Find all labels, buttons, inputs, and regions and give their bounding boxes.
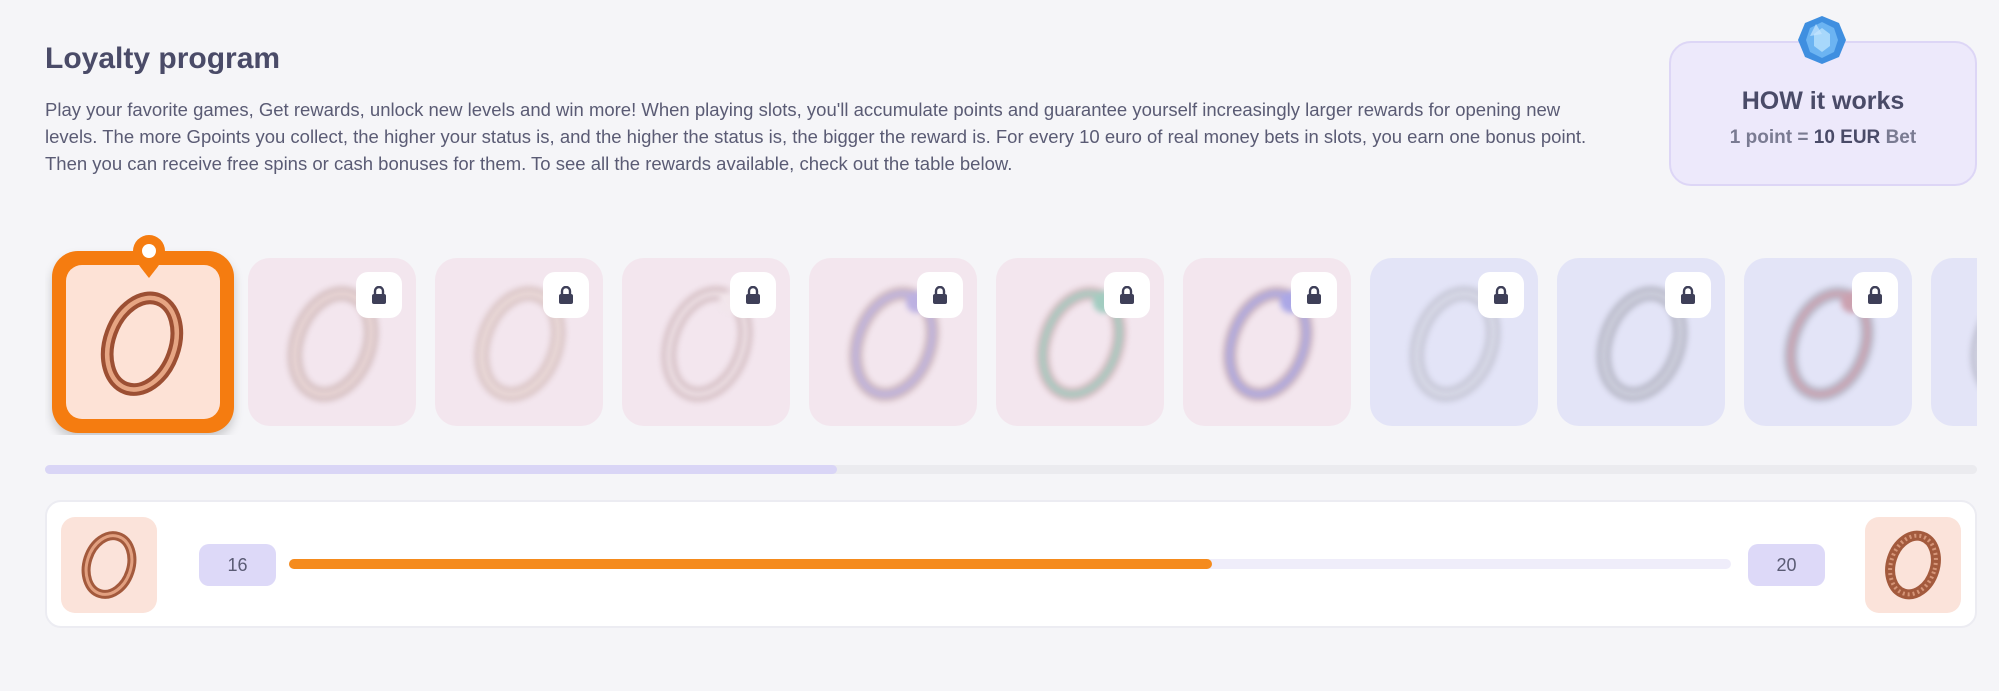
points-amount: 10 EUR xyxy=(1813,127,1881,148)
equals-sign: = xyxy=(1797,127,1809,148)
carousel-scrollbar[interactable] xyxy=(45,465,1977,474)
points-rate: 1 point = 10 EUR Bet xyxy=(1671,127,1975,149)
lock-icon xyxy=(1665,272,1711,318)
level-card-locked[interactable] xyxy=(996,258,1164,426)
level-card-locked[interactable] xyxy=(1557,258,1725,426)
ring-icon xyxy=(1970,286,1977,402)
level-card-locked[interactable] xyxy=(1744,258,1912,426)
scrollbar-thumb[interactable] xyxy=(45,465,838,474)
level-card-locked[interactable] xyxy=(1931,258,1977,426)
lock-icon xyxy=(1104,272,1150,318)
level-card-locked[interactable] xyxy=(435,258,603,426)
current-level-ring-icon xyxy=(61,517,157,613)
how-it-works-title: HOW it works xyxy=(1741,87,1905,115)
lock-icon xyxy=(356,272,402,318)
next-level-ring-icon xyxy=(1865,517,1961,613)
level-card-locked[interactable] xyxy=(1370,258,1538,426)
points-label: 1 point xyxy=(1729,127,1793,148)
level-card-locked[interactable] xyxy=(622,258,790,426)
levels-carousel[interactable] xyxy=(45,225,1977,435)
level-card-locked[interactable] xyxy=(248,258,416,426)
bet-label: Bet xyxy=(1885,127,1917,148)
level-card-locked[interactable] xyxy=(1183,258,1351,426)
program-description: Play your favorite games, Get rewards, u… xyxy=(45,99,1587,174)
level-progress-panel: 16 20 xyxy=(45,500,1977,628)
points-progress-bar xyxy=(289,559,1731,569)
level-card-locked[interactable] xyxy=(809,258,977,426)
level-card-current[interactable] xyxy=(52,235,234,433)
target-points-badge: 20 xyxy=(1748,544,1825,586)
current-points-badge: 16 xyxy=(199,544,276,586)
lock-icon xyxy=(730,272,776,318)
gem-icon xyxy=(1798,16,1846,64)
level-card-inner xyxy=(66,265,220,419)
lock-icon xyxy=(543,272,589,318)
ring-icon xyxy=(100,291,184,396)
location-pin-icon xyxy=(133,235,165,278)
lock-icon xyxy=(1478,272,1524,318)
points-progress-fill xyxy=(289,559,1212,569)
lock-icon xyxy=(1852,272,1898,318)
lock-icon xyxy=(1291,272,1337,318)
lock-icon xyxy=(917,272,963,318)
page-title: Loyalty program xyxy=(45,42,281,75)
